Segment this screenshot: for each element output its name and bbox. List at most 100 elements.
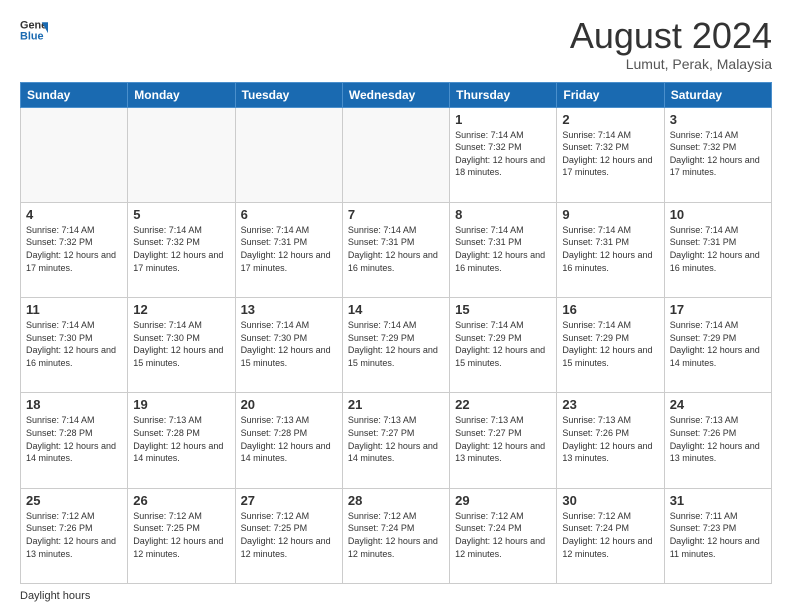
day-info: Sunrise: 7:14 AM Sunset: 7:31 PM Dayligh… [670,224,766,274]
day-info: Sunrise: 7:14 AM Sunset: 7:31 PM Dayligh… [348,224,444,274]
day-number: 26 [133,493,229,508]
day-info: Sunrise: 7:14 AM Sunset: 7:31 PM Dayligh… [562,224,658,274]
calendar-cell [235,107,342,202]
day-info: Sunrise: 7:14 AM Sunset: 7:30 PM Dayligh… [26,319,122,369]
day-number: 22 [455,397,551,412]
svg-text:Blue: Blue [20,30,44,42]
day-header-friday: Friday [557,82,664,107]
day-number: 8 [455,207,551,222]
day-number: 25 [26,493,122,508]
calendar-cell: 29 Sunrise: 7:12 AM Sunset: 7:24 PM Dayli… [450,488,557,583]
day-info: Sunrise: 7:12 AM Sunset: 7:24 PM Dayligh… [348,510,444,560]
day-info: Sunrise: 7:14 AM Sunset: 7:32 PM Dayligh… [562,129,658,179]
day-info: Sunrise: 7:13 AM Sunset: 7:26 PM Dayligh… [670,414,766,464]
day-header-sunday: Sunday [21,82,128,107]
day-info: Sunrise: 7:12 AM Sunset: 7:24 PM Dayligh… [455,510,551,560]
calendar-cell: 20 Sunrise: 7:13 AM Sunset: 7:28 PM Dayli… [235,393,342,488]
day-header-thursday: Thursday [450,82,557,107]
day-info: Sunrise: 7:14 AM Sunset: 7:32 PM Dayligh… [670,129,766,179]
day-info: Sunrise: 7:13 AM Sunset: 7:27 PM Dayligh… [455,414,551,464]
week-row-2: 4Sunrise: 7:14 AM Sunset: 7:32 PM Daylig… [21,202,772,297]
day-number: 5 [133,207,229,222]
day-info: Sunrise: 7:12 AM Sunset: 7:26 PM Dayligh… [26,510,122,560]
calendar-cell: 16Sunrise: 7:14 AM Sunset: 7:29 PM Dayli… [557,298,664,393]
day-info: Sunrise: 7:14 AM Sunset: 7:29 PM Dayligh… [670,319,766,369]
calendar-cell: 10 Sunrise: 7:14 AM Sunset: 7:31 PM Dayli… [664,202,771,297]
header-row: SundayMondayTuesdayWednesdayThursdayFrid… [21,82,772,107]
day-info: Sunrise: 7:12 AM Sunset: 7:25 PM Dayligh… [241,510,337,560]
footer: Daylight hours [20,590,772,602]
calendar-cell [342,107,449,202]
day-number: 19 [133,397,229,412]
day-number: 23 [562,397,658,412]
header: General Blue August 2024 Lumut, Perak, M… [20,16,772,72]
day-info: Sunrise: 7:14 AM Sunset: 7:31 PM Dayligh… [455,224,551,274]
calendar-cell: 14 Sunrise: 7:14 AM Sunset: 7:29 PM Dayli… [342,298,449,393]
day-header-wednesday: Wednesday [342,82,449,107]
calendar-cell: 13 Sunrise: 7:14 AM Sunset: 7:30 PM Dayli… [235,298,342,393]
day-number: 29 [455,493,551,508]
calendar-cell: 23Sunrise: 7:13 AM Sunset: 7:26 PM Dayli… [557,393,664,488]
calendar-table: SundayMondayTuesdayWednesdayThursdayFrid… [20,82,772,584]
calendar-cell: 31 Sunrise: 7:11 AM Sunset: 7:23 PM Dayli… [664,488,771,583]
calendar-cell: 1Sunrise: 7:14 AM Sunset: 7:32 PM Daylig… [450,107,557,202]
calendar-cell: 19Sunrise: 7:13 AM Sunset: 7:28 PM Dayli… [128,393,235,488]
week-row-3: 11 Sunrise: 7:14 AM Sunset: 7:30 PM Dayli… [21,298,772,393]
day-number: 21 [348,397,444,412]
day-info: Sunrise: 7:14 AM Sunset: 7:32 PM Dayligh… [26,224,122,274]
page: General Blue August 2024 Lumut, Perak, M… [0,0,792,612]
title-block: August 2024 Lumut, Perak, Malaysia [570,16,772,72]
day-number: 7 [348,207,444,222]
day-info: Sunrise: 7:14 AM Sunset: 7:30 PM Dayligh… [241,319,337,369]
calendar-cell: 28Sunrise: 7:12 AM Sunset: 7:24 PM Dayli… [342,488,449,583]
calendar-cell: 15 Sunrise: 7:14 AM Sunset: 7:29 PM Dayli… [450,298,557,393]
day-header-tuesday: Tuesday [235,82,342,107]
logo-icon: General Blue [20,16,48,44]
day-info: Sunrise: 7:14 AM Sunset: 7:30 PM Dayligh… [133,319,229,369]
day-info: Sunrise: 7:14 AM Sunset: 7:32 PM Dayligh… [133,224,229,274]
calendar-title: August 2024 [570,16,772,56]
day-number: 11 [26,302,122,317]
calendar-cell: 26 Sunrise: 7:12 AM Sunset: 7:25 PM Dayli… [128,488,235,583]
day-info: Sunrise: 7:11 AM Sunset: 7:23 PM Dayligh… [670,510,766,560]
calendar-cell: 8 Sunrise: 7:14 AM Sunset: 7:31 PM Daylig… [450,202,557,297]
day-number: 13 [241,302,337,317]
day-number: 24 [670,397,766,412]
calendar-cell: 6Sunrise: 7:14 AM Sunset: 7:31 PM Daylig… [235,202,342,297]
calendar-cell: 17Sunrise: 7:14 AM Sunset: 7:29 PM Dayli… [664,298,771,393]
week-row-4: 18Sunrise: 7:14 AM Sunset: 7:28 PM Dayli… [21,393,772,488]
day-number: 16 [562,302,658,317]
day-number: 9 [562,207,658,222]
day-header-saturday: Saturday [664,82,771,107]
day-number: 6 [241,207,337,222]
calendar-cell [128,107,235,202]
day-info: Sunrise: 7:14 AM Sunset: 7:29 PM Dayligh… [348,319,444,369]
calendar-cell: 24 Sunrise: 7:13 AM Sunset: 7:26 PM Dayli… [664,393,771,488]
day-info: Sunrise: 7:13 AM Sunset: 7:28 PM Dayligh… [241,414,337,464]
calendar-cell: 27Sunrise: 7:12 AM Sunset: 7:25 PM Dayli… [235,488,342,583]
calendar-cell: 4Sunrise: 7:14 AM Sunset: 7:32 PM Daylig… [21,202,128,297]
day-info: Sunrise: 7:12 AM Sunset: 7:25 PM Dayligh… [133,510,229,560]
day-number: 2 [562,112,658,127]
calendar-cell [21,107,128,202]
day-number: 15 [455,302,551,317]
day-info: Sunrise: 7:14 AM Sunset: 7:32 PM Dayligh… [455,129,551,179]
day-number: 10 [670,207,766,222]
calendar-cell: 22 Sunrise: 7:13 AM Sunset: 7:27 PM Dayli… [450,393,557,488]
day-number: 31 [670,493,766,508]
day-header-monday: Monday [128,82,235,107]
day-info: Sunrise: 7:14 AM Sunset: 7:29 PM Dayligh… [455,319,551,369]
day-number: 20 [241,397,337,412]
day-number: 12 [133,302,229,317]
calendar-subtitle: Lumut, Perak, Malaysia [570,56,772,72]
daylight-hours-label: Daylight hours [20,590,90,602]
week-row-5: 25 Sunrise: 7:12 AM Sunset: 7:26 PM Dayli… [21,488,772,583]
day-number: 3 [670,112,766,127]
day-info: Sunrise: 7:12 AM Sunset: 7:24 PM Dayligh… [562,510,658,560]
calendar-cell: 7 Sunrise: 7:14 AM Sunset: 7:31 PM Daylig… [342,202,449,297]
day-info: Sunrise: 7:13 AM Sunset: 7:27 PM Dayligh… [348,414,444,464]
calendar-cell: 25 Sunrise: 7:12 AM Sunset: 7:26 PM Dayli… [21,488,128,583]
calendar-cell: 2 Sunrise: 7:14 AM Sunset: 7:32 PM Daylig… [557,107,664,202]
day-number: 14 [348,302,444,317]
calendar-cell: 5 Sunrise: 7:14 AM Sunset: 7:32 PM Daylig… [128,202,235,297]
